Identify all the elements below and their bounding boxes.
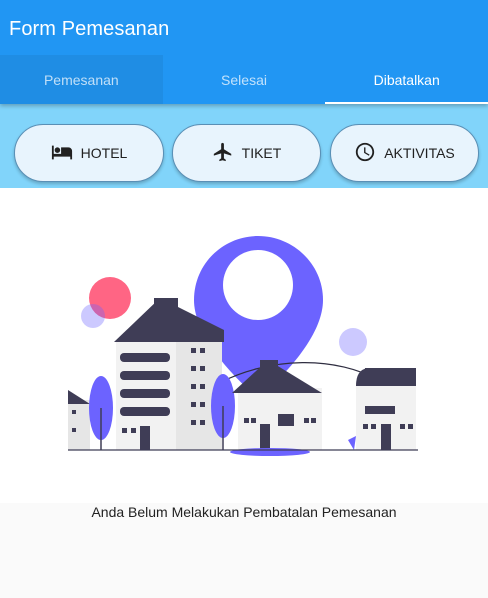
aktivitas-button[interactable]: AKTIVITAS — [330, 124, 479, 182]
hotel-button[interactable]: HOTEL — [14, 124, 164, 182]
category-bar: HOTEL TIKET AKTIVITAS — [0, 104, 488, 188]
aktivitas-label: AKTIVITAS — [384, 145, 455, 161]
tab-pemesanan[interactable]: Pemesanan — [0, 55, 163, 104]
tiket-button[interactable]: TIKET — [172, 124, 321, 182]
hotel-bed-icon — [51, 141, 73, 166]
tiket-label: TIKET — [241, 145, 282, 161]
tab-dibatalkan[interactable]: Dibatalkan — [325, 55, 488, 104]
clock-icon — [354, 141, 376, 166]
page-title: Form Pemesanan — [9, 18, 170, 40]
tab-bar: Pemesanan Selesai Dibatalkan — [0, 55, 488, 104]
tab-selesai[interactable]: Selesai — [163, 55, 326, 104]
app-bar: Form Pemesanan Pemesanan Selesai Dibatal… — [0, 0, 488, 104]
hotel-label: HOTEL — [80, 145, 128, 161]
empty-state-panel — [0, 188, 488, 503]
airplane-icon — [212, 141, 234, 166]
city-location-illustration — [68, 236, 418, 456]
empty-state-message: Anda Belum Melakukan Pembatalan Pemesana… — [91, 504, 397, 520]
